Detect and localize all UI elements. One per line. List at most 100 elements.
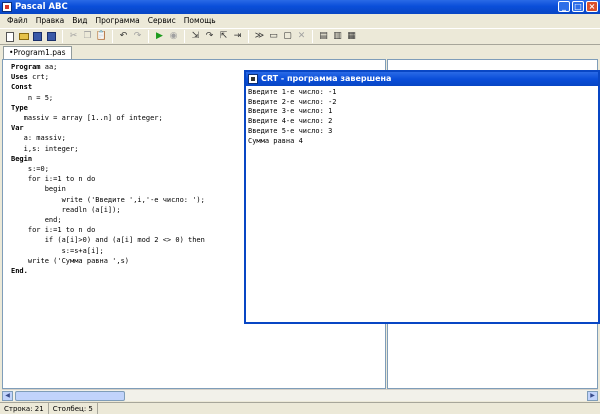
stack-icon[interactable]: ▤ bbox=[317, 30, 330, 43]
code-keyword: Uses bbox=[11, 73, 28, 82]
step-over-icon[interactable]: ↷ bbox=[203, 30, 216, 43]
code-text: write ('Введите ',i,'-е число: '); bbox=[11, 195, 205, 204]
code-text: if (a[i]>0) and (a[i] mod 2 <> 0) then bbox=[11, 236, 205, 245]
status-bar: Строка: 21 Столбец: 5 bbox=[0, 402, 600, 414]
crt-window[interactable]: CRT - программа завершена Введите 1-е чи… bbox=[244, 70, 600, 324]
crt-title: CRT - программа завершена bbox=[261, 74, 392, 83]
code-text: readln (a[i]); bbox=[11, 205, 121, 214]
crt-output: Введите 1-е число: -1 Введите 2-е число: … bbox=[246, 86, 598, 322]
minimize-button[interactable]: _ bbox=[558, 1, 570, 12]
code-keyword: End. bbox=[11, 267, 28, 275]
app-icon bbox=[2, 2, 12, 12]
code-text: write ('Сумма равна ',s) bbox=[11, 256, 130, 265]
window-title: Pascal ABC bbox=[15, 2, 68, 12]
save-icon[interactable] bbox=[31, 30, 44, 43]
code-line: s:=s+a[i]; bbox=[11, 247, 104, 255]
code-text: a: massiv; bbox=[11, 134, 66, 143]
scroll-left-icon[interactable]: ◀ bbox=[2, 391, 13, 401]
code-line: Type bbox=[11, 104, 28, 112]
scroll-thumb[interactable] bbox=[15, 391, 125, 401]
code-keyword: Var bbox=[11, 124, 24, 133]
toolbar: ✂ ❐ 📋 ↶ ↷ ▶ ◉ ⇲ ↷ ⇱ ⇥ ≫ ▭ ▢ ✕ ▤ ▥ ▦ bbox=[0, 28, 600, 45]
toolbar-separator bbox=[248, 30, 249, 43]
crt-output-line: Введите 3-е число: 1 bbox=[248, 107, 333, 116]
menu-program[interactable]: Программа bbox=[92, 14, 144, 28]
window-icon[interactable]: ▢ bbox=[281, 30, 294, 43]
code-line: readln (a[i]); bbox=[11, 206, 121, 214]
code-text: crt; bbox=[27, 73, 49, 82]
code-keyword: Program bbox=[11, 63, 41, 71]
code-line: i,s: integer; bbox=[11, 144, 79, 153]
status-col: Столбец: 5 bbox=[49, 403, 98, 414]
step-into-icon[interactable]: ⇲ bbox=[189, 30, 202, 43]
code-line: end; bbox=[11, 216, 62, 224]
code-keyword: Type bbox=[11, 103, 28, 112]
new-file-icon[interactable] bbox=[3, 30, 16, 43]
redo-icon[interactable]: ↷ bbox=[131, 30, 144, 43]
paste-icon[interactable]: 📋 bbox=[95, 30, 108, 43]
code-line: write ('Сумма равна ',s) bbox=[11, 257, 129, 265]
code-line: n = 5; bbox=[11, 94, 53, 102]
run-to-cursor-icon[interactable]: ⇥ bbox=[231, 30, 244, 43]
code-text: i,s: integer; bbox=[11, 144, 79, 153]
evaluate-icon[interactable]: ≫ bbox=[253, 30, 266, 43]
code-keyword: Const bbox=[11, 83, 33, 92]
run-icon[interactable]: ▶ bbox=[153, 30, 166, 43]
code-line: Uses crt; bbox=[11, 73, 49, 81]
crt-window-icon bbox=[248, 74, 258, 84]
menu-help[interactable]: Помощь bbox=[180, 14, 220, 28]
code-line: a: massiv; bbox=[11, 134, 66, 142]
code-line: for i:=1 to n do bbox=[11, 226, 95, 234]
code-line: Var bbox=[11, 124, 24, 132]
toolbar-separator bbox=[112, 30, 113, 43]
code-keyword: Begin bbox=[11, 154, 33, 163]
menu-service[interactable]: Сервис bbox=[144, 14, 180, 28]
toolbar-separator bbox=[184, 30, 185, 43]
code-text: begin bbox=[11, 185, 66, 194]
close-button[interactable]: × bbox=[586, 1, 598, 12]
layout-icon[interactable]: ▥ bbox=[331, 30, 344, 43]
open-folder-icon[interactable] bbox=[17, 30, 30, 43]
title-bar: Pascal ABC _ □ × bbox=[0, 0, 600, 14]
code-text: s:=0; bbox=[11, 165, 49, 173]
undo-icon[interactable]: ↶ bbox=[117, 30, 130, 43]
menu-bar: Файл Правка Вид Программа Сервис Помощь bbox=[0, 14, 600, 28]
menu-file[interactable]: Файл bbox=[3, 14, 32, 28]
toolbar-separator bbox=[62, 30, 63, 43]
menu-edit[interactable]: Правка bbox=[32, 14, 69, 28]
code-text: for i:=1 to n do bbox=[11, 226, 96, 235]
delete-icon[interactable]: ✕ bbox=[295, 30, 308, 43]
scroll-right-icon[interactable]: ▶ bbox=[587, 391, 598, 401]
code-text: s:=s+a[i]; bbox=[11, 246, 104, 255]
tab-program1[interactable]: •Program1.pas bbox=[3, 46, 72, 59]
code-line: s:=0; bbox=[11, 165, 49, 173]
code-line: write ('Введите ',i,'-е число: '); bbox=[11, 196, 205, 204]
tab-bar: •Program1.pas bbox=[0, 45, 600, 59]
code-line: massiv = array [1..n] of integer; bbox=[11, 114, 163, 122]
code-line: begin bbox=[11, 185, 66, 193]
cut-icon[interactable]: ✂ bbox=[67, 30, 80, 43]
layout2-icon[interactable]: ▦ bbox=[345, 30, 358, 43]
save-all-icon[interactable] bbox=[45, 30, 58, 43]
menu-view[interactable]: Вид bbox=[68, 14, 91, 28]
crt-title-bar[interactable]: CRT - программа завершена bbox=[246, 72, 598, 86]
horizontal-scrollbar[interactable]: ◀ ▶ bbox=[2, 389, 598, 401]
crt-output-line: Введите 4-е число: 2 bbox=[248, 117, 333, 126]
step-out-icon[interactable]: ⇱ bbox=[217, 30, 230, 43]
code-line: if (a[i]>0) and (a[i] mod 2 <> 0) then bbox=[11, 236, 205, 244]
code-text: massiv = array [1..n] of integer; bbox=[11, 114, 163, 122]
code-text: end; bbox=[11, 216, 62, 224]
watch-icon[interactable]: ▭ bbox=[267, 30, 280, 43]
crt-output-line: Введите 2-е число: -2 bbox=[248, 97, 337, 106]
code-text: n = 5; bbox=[11, 93, 54, 102]
code-line: Program aa; bbox=[11, 63, 57, 71]
toolbar-separator bbox=[312, 30, 313, 43]
crt-output-line: Сумма равна 4 bbox=[248, 136, 303, 145]
code-text: aa; bbox=[40, 63, 58, 71]
copy-icon[interactable]: ❐ bbox=[81, 30, 94, 43]
stop-icon[interactable]: ◉ bbox=[167, 30, 180, 43]
crt-output-line: Введите 5-е число: 3 bbox=[248, 126, 333, 135]
crt-output-line: Введите 1-е число: -1 bbox=[248, 88, 337, 96]
maximize-button[interactable]: □ bbox=[572, 1, 584, 12]
status-row: Строка: 21 bbox=[0, 403, 49, 414]
